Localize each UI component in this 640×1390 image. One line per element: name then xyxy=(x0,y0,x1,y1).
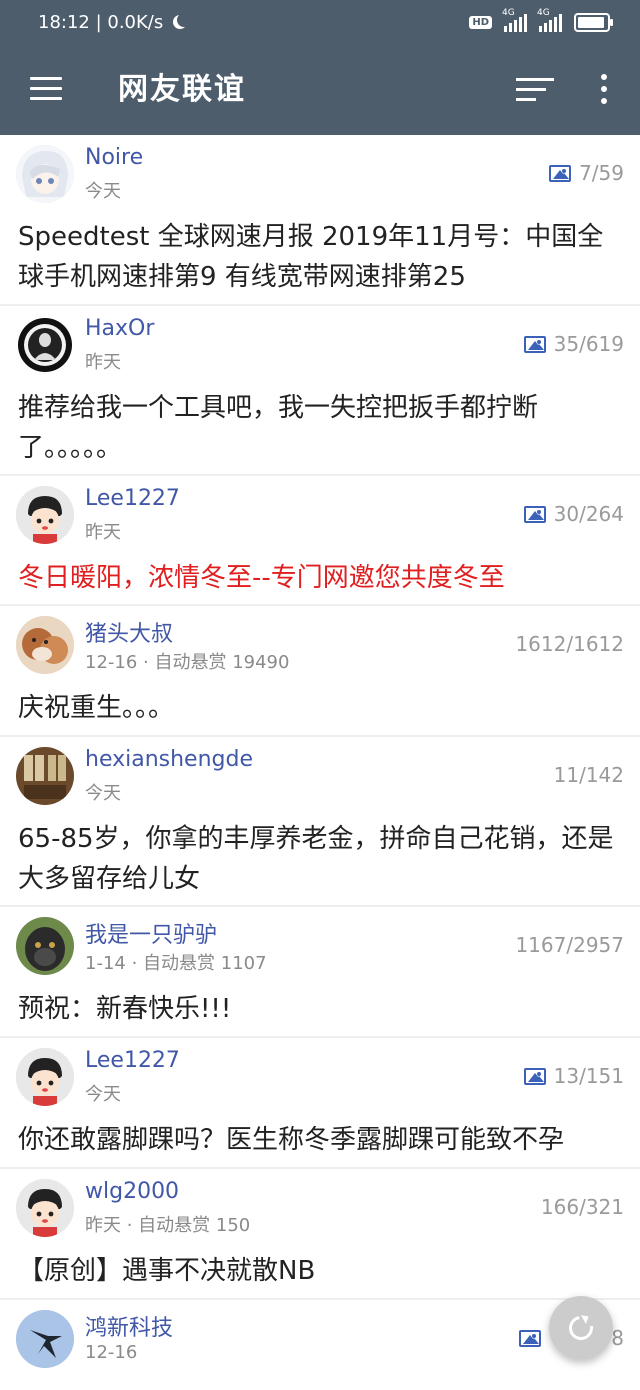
author-name[interactable]: wlg2000 xyxy=(85,1179,179,1204)
signal-bar xyxy=(559,14,562,32)
avatar[interactable] xyxy=(16,486,74,544)
signal-bar xyxy=(504,26,507,32)
post-item[interactable]: hexianshengde 今天 11/142 65-85岁，你拿的丰厚养老金，… xyxy=(0,737,640,907)
moon-icon xyxy=(177,13,191,27)
stats-text: 8 xyxy=(611,1326,624,1350)
image-icon xyxy=(523,505,546,523)
post-time: 今天 xyxy=(85,1084,121,1105)
post-item[interactable]: HaxOr 昨天 35/619 推荐给我一个工具吧，我一失控把扳手都拧断了。。。… xyxy=(0,306,640,476)
post-title[interactable]: 65-85岁，你拿的丰厚养老金，拼命自己花销，还是大多留存给儿女 xyxy=(18,819,622,899)
avatar[interactable] xyxy=(16,616,74,674)
signal-bar xyxy=(539,26,542,32)
author-name[interactable]: hexianshengde xyxy=(85,747,253,772)
avatar[interactable] xyxy=(16,1179,74,1237)
reply-view-count: 35/619 xyxy=(523,332,624,356)
battery-icon xyxy=(574,12,613,32)
signal-bar xyxy=(544,23,547,32)
signal-bar xyxy=(509,23,512,32)
refresh-button[interactable] xyxy=(549,1296,613,1360)
stats-text: 1612/1612 xyxy=(515,632,624,656)
stats-text: 11/142 xyxy=(553,763,624,787)
post-time: 昨天 xyxy=(85,352,121,373)
post-time: 今天 xyxy=(85,783,121,804)
stats-text: 13/151 xyxy=(553,1064,624,1088)
reply-view-count: 11/142 xyxy=(554,763,624,787)
avatar[interactable] xyxy=(16,145,74,203)
image-icon xyxy=(519,1329,542,1347)
network-type-label: 4G xyxy=(502,8,515,18)
avatar[interactable] xyxy=(16,917,74,975)
network-type-label: 4G xyxy=(537,8,550,18)
signal-bar xyxy=(514,20,517,32)
author-name[interactable]: HaxOr xyxy=(85,316,154,341)
menu-icon[interactable] xyxy=(30,77,62,101)
avatar[interactable] xyxy=(16,747,74,805)
author-name[interactable]: 鸿新科技 xyxy=(85,1310,173,1342)
status-right: HD 4G 4G xyxy=(469,0,613,44)
image-icon xyxy=(523,1067,546,1085)
image-icon xyxy=(523,335,546,353)
post-time: 12-16 · 自动悬赏 19490 xyxy=(85,652,290,673)
post-title[interactable]: 【原创】遇事不决就散NB xyxy=(18,1251,622,1291)
sort-icon[interactable] xyxy=(516,78,554,102)
post-time: 今天 xyxy=(85,181,121,202)
post-time: 12-16 xyxy=(85,1342,138,1363)
reply-view-count: 13/151 xyxy=(523,1064,624,1088)
post-item[interactable]: Noire 今天 7/59 Speedtest 全球网速月报 2019年11月号… xyxy=(0,135,640,306)
post-title[interactable]: 冬日暖阳，浓情冬至--专门网邀您共度冬至 xyxy=(18,558,622,598)
post-time: 1-14 · 自动悬赏 1107 xyxy=(85,953,267,974)
stats-text: 166/321 xyxy=(540,1195,624,1219)
post-item[interactable]: 鸿新科技 12-16 8 xyxy=(0,1300,640,1390)
page-title: 网友联谊 xyxy=(118,72,246,107)
author-name[interactable]: Lee1227 xyxy=(85,486,180,511)
stats-text: 30/264 xyxy=(553,502,624,526)
post-item[interactable]: Lee1227 今天 13/151 你还敢露脚踝吗？医生称冬季露脚踝可能致不孕 xyxy=(0,1038,640,1169)
post-title[interactable]: 推荐给我一个工具吧，我一失控把扳手都拧断了。。。。。 xyxy=(18,388,622,468)
status-time-speed: 18:12 | 0.0K/s xyxy=(38,11,164,33)
post-title[interactable]: Speedtest 全球网速月报 2019年11月号：中国全球手机网速排第9 有… xyxy=(18,217,622,297)
reply-view-count: 1612/1612 xyxy=(515,632,624,656)
author-name[interactable]: Noire xyxy=(85,145,143,170)
post-title[interactable]: 预祝：新春快乐!!! xyxy=(18,989,622,1029)
post-time: 昨天 · 自动悬赏 150 xyxy=(85,1215,251,1236)
author-name[interactable]: 猪头大叔 xyxy=(85,616,173,648)
more-options-icon[interactable] xyxy=(598,74,610,104)
signal-bar xyxy=(549,20,552,32)
post-item[interactable]: Lee1227 昨天 30/264 冬日暖阳，浓情冬至--专门网邀您共度冬至 xyxy=(0,476,640,606)
avatar[interactable] xyxy=(16,316,74,374)
reply-view-count: 30/264 xyxy=(523,502,624,526)
post-item[interactable]: wlg2000 昨天 · 自动悬赏 150 166/321 【原创】遇事不决就散… xyxy=(0,1169,640,1300)
post-item[interactable]: 我是一只驴驴 1-14 · 自动悬赏 1107 1167/2957 预祝：新春快… xyxy=(0,907,640,1038)
post-time: 昨天 xyxy=(85,522,121,543)
signal-icon: 4G xyxy=(502,8,527,32)
stats-text: 1167/2957 xyxy=(515,933,624,957)
author-name[interactable]: Lee1227 xyxy=(85,1048,180,1073)
signal-bar xyxy=(524,14,527,32)
post-title[interactable]: 庆祝重生。。。 xyxy=(18,688,622,728)
reply-view-count: 1167/2957 xyxy=(515,933,624,957)
stats-text: 7/59 xyxy=(579,161,624,185)
reply-view-count: 7/59 xyxy=(549,161,624,185)
author-name[interactable]: 我是一只驴驴 xyxy=(85,917,217,949)
reply-view-count: 166/321 xyxy=(541,1195,624,1219)
stats-text: 35/619 xyxy=(553,332,624,356)
post-title[interactable]: 你还敢露脚踝吗？医生称冬季露脚踝可能致不孕 xyxy=(18,1120,622,1160)
hd-badge: HD xyxy=(469,15,492,29)
post-list: Noire 今天 7/59 Speedtest 全球网速月报 2019年11月号… xyxy=(0,135,640,1390)
image-icon xyxy=(549,164,572,182)
status-left: 18:12 | 0.0K/s xyxy=(38,0,185,44)
app-bar: 网友联谊 xyxy=(0,44,640,135)
avatar[interactable] xyxy=(16,1310,74,1368)
post-item[interactable]: 猪头大叔 12-16 · 自动悬赏 19490 1612/1612 庆祝重生。。… xyxy=(0,606,640,737)
avatar[interactable] xyxy=(16,1048,74,1106)
signal-icon: 4G xyxy=(537,8,562,32)
signal-bar xyxy=(554,17,557,32)
status-bar: 18:12 | 0.0K/s HD 4G 4G xyxy=(0,0,640,44)
signal-bar xyxy=(519,17,522,32)
